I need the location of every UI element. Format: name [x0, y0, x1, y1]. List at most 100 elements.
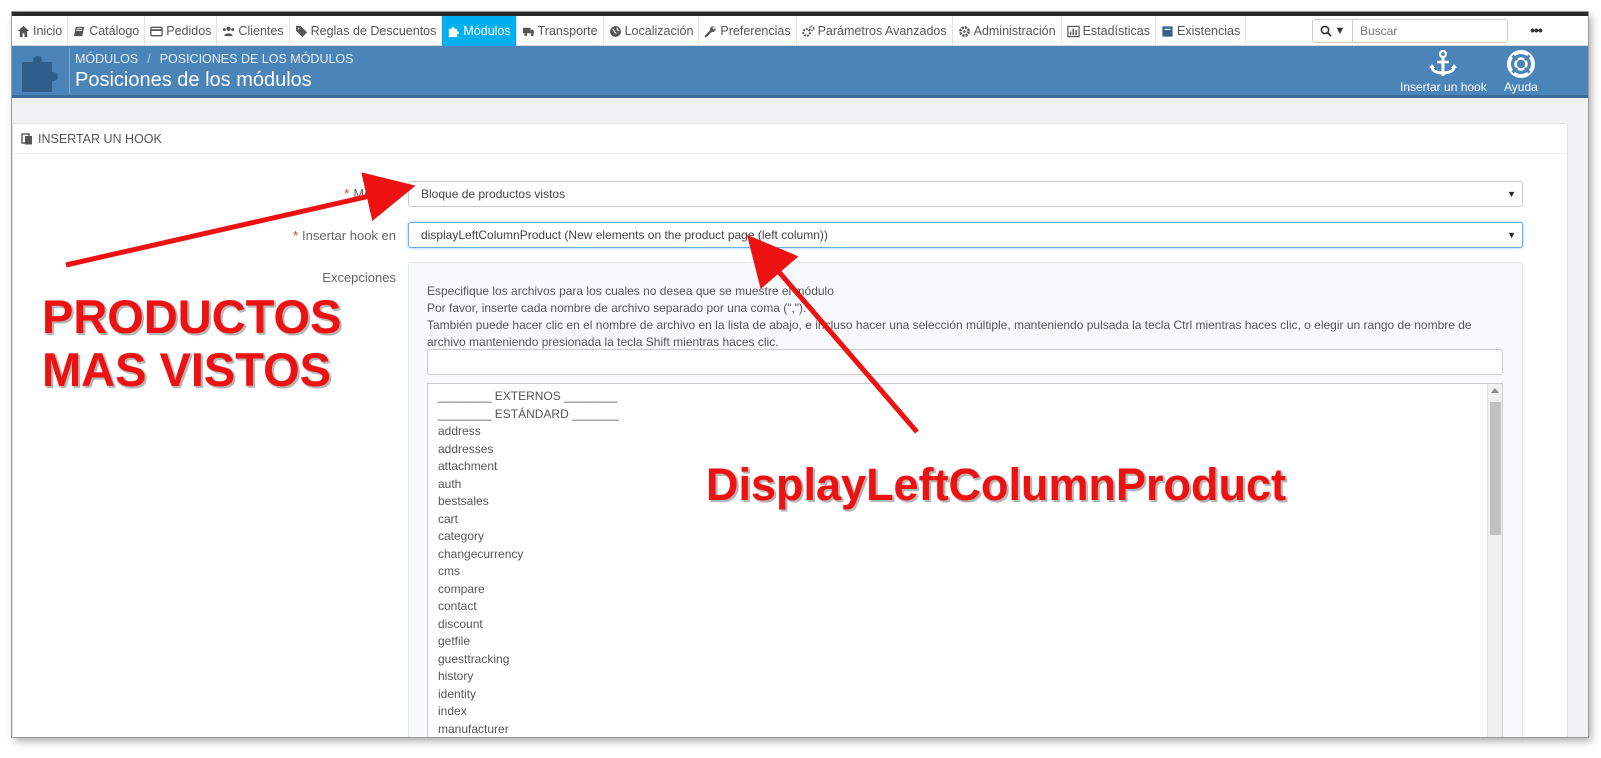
nav-label: Inicio — [33, 24, 63, 38]
annotation-displayleftcolumnproduct: DisplayLeftColumnProduct — [706, 459, 1287, 510]
file-list-item[interactable]: guesttracking — [438, 651, 1492, 669]
caret-down-icon: ▼ — [1507, 230, 1516, 240]
file-list-item[interactable]: cart — [438, 511, 1492, 529]
nav-item-estadisticas[interactable]: Estadísticas — [1062, 16, 1156, 46]
annotation-line: MAS VISTOS — [42, 343, 332, 396]
nav-item-pedidos[interactable]: Pedidos — [145, 16, 218, 46]
required-mark: * — [344, 186, 350, 201]
file-list-item[interactable]: ________ EXTERNOS ________ — [438, 388, 1492, 406]
caret-down-icon: ▼ — [1334, 25, 1346, 37]
panel-heading: INSERTAR UN HOOK — [13, 124, 1567, 154]
globe-icon — [609, 25, 621, 37]
book-icon — [74, 26, 85, 36]
module-label: * Módulo — [233, 186, 396, 201]
nav-item-modulos[interactable]: Módulos — [442, 16, 517, 46]
page-title: Posiciones de los módulos — [75, 69, 312, 91]
nav-label: Administración — [973, 24, 1056, 38]
header-divider — [69, 48, 70, 94]
nav-label: Transporte — [537, 24, 598, 38]
breadcrumb-item-modulos[interactable]: MÓDULOS — [75, 52, 138, 66]
bar-chart-icon — [1066, 25, 1080, 37]
more-menu-button[interactable]: ••• — [1522, 19, 1550, 43]
search-type-button[interactable]: ▼ — [1313, 20, 1353, 42]
nav-label: Existencias — [1176, 24, 1241, 38]
file-list-item[interactable]: cms — [438, 563, 1492, 581]
nav-item-existencias[interactable]: Existencias — [1156, 16, 1247, 46]
nav-item-catalogo[interactable]: Catálogo — [68, 16, 146, 46]
nav-item-parametros-avanzados[interactable]: Parámetros Avanzados — [797, 16, 953, 46]
archive-icon — [1162, 25, 1173, 37]
file-list-item[interactable]: changecurrency — [438, 546, 1492, 564]
breadcrumb-separator: / — [147, 52, 151, 66]
puzzle-icon — [449, 26, 460, 37]
nav-item-transporte[interactable]: Transporte — [517, 16, 604, 46]
file-list-item[interactable]: address — [438, 423, 1492, 441]
file-list-item[interactable]: contact — [438, 598, 1492, 616]
file-list-item[interactable]: index — [438, 703, 1492, 721]
insert-hook-label: Insertar un hook — [1400, 80, 1487, 94]
exceptions-help: Especifique los archivos para los cuales… — [427, 283, 1502, 351]
wrench-icon — [705, 25, 717, 37]
credit-card-icon — [150, 26, 163, 36]
nav-item-clientes[interactable]: Clientes — [217, 16, 290, 46]
file-list-item[interactable]: discount — [438, 616, 1492, 634]
annotation-line: PRODUCTOS — [42, 290, 342, 343]
nav-item-inicio[interactable]: Inicio — [12, 16, 69, 46]
home-icon — [17, 25, 30, 37]
hook-select[interactable]: displayLeftColumnProduct (New elements o… — [408, 222, 1523, 248]
nav-label: Localización — [624, 24, 694, 38]
tags-icon — [295, 25, 307, 37]
anchor-icon — [1429, 49, 1458, 76]
help-line: También puede hacer clic en el nombre de… — [427, 318, 1472, 349]
cogs-icon — [801, 24, 815, 37]
puzzle-icon — [22, 56, 58, 92]
nav-item-administracion[interactable]: Administración — [953, 16, 1062, 46]
help-button[interactable]: Ayuda — [1504, 49, 1538, 94]
search-group: ▼ — [1312, 19, 1508, 43]
scroll-up-icon[interactable] — [1491, 388, 1499, 393]
exceptions-file-list[interactable]: ________ EXTERNOS ________ ________ ESTÁN… — [427, 383, 1503, 737]
page-header: MÓDULOS / POSICIONES DE LOS MÓDULOS Posi… — [12, 46, 1588, 98]
cog-icon — [958, 25, 970, 37]
clipboard-icon — [21, 132, 32, 144]
file-list-item[interactable]: identity — [438, 686, 1492, 704]
file-list-item[interactable]: ________ ESTÁNDARD _______ — [438, 406, 1492, 424]
file-list: ________ EXTERNOS ________ ________ ESTÁN… — [428, 384, 1502, 737]
nav-item-localizacion[interactable]: Localización — [604, 16, 700, 46]
help-line: Por favor, inserte cada nombre de archiv… — [427, 301, 807, 315]
file-list-item[interactable]: addresses — [438, 441, 1492, 459]
file-list-item[interactable]: getfile — [438, 633, 1492, 651]
file-list-item[interactable]: compare — [438, 581, 1492, 599]
nav-item-reglas-descuentos[interactable]: Reglas de Descuentos — [290, 16, 443, 46]
help-line: Especifique los archivos para los cuales… — [427, 284, 834, 298]
file-list-item[interactable]: history — [438, 668, 1492, 686]
window-top-bar — [12, 12, 1588, 16]
top-navigation: Inicio Catálogo Pedidos Clientes Reglas … — [12, 12, 1588, 46]
exceptions-input[interactable] — [427, 349, 1503, 375]
hook-label-text: Insertar hook en — [302, 228, 396, 243]
module-select-value: Bloque de productos vistos — [421, 187, 566, 201]
scroll-thumb[interactable] — [1490, 402, 1501, 535]
search-input[interactable] — [1353, 20, 1507, 42]
nav-label: Pedidos — [166, 24, 212, 38]
caret-down-icon: ▼ — [1507, 189, 1516, 199]
nav-label: Reglas de Descuentos — [310, 24, 437, 38]
insert-hook-button[interactable]: Insertar un hook — [1400, 49, 1487, 94]
file-list-item[interactable]: manufacturer — [438, 721, 1492, 738]
insert-hook-panel: INSERTAR UN HOOK * Módulo Bloque de produ… — [12, 123, 1568, 737]
nav-item-preferencias[interactable]: Preferencias — [699, 16, 797, 46]
module-label-text: Módulo — [353, 186, 396, 201]
module-select[interactable]: Bloque de productos vistos ▼ — [408, 181, 1523, 207]
hook-label: * Insertar hook en — [233, 228, 396, 243]
required-mark: * — [292, 228, 299, 243]
help-label: Ayuda — [1504, 80, 1538, 94]
file-list-item[interactable]: category — [438, 528, 1492, 546]
nav-label: Clientes — [238, 24, 284, 38]
users-icon — [223, 26, 235, 36]
nav-label: Catálogo — [89, 24, 140, 38]
annotation-productos-mas-vistos: PRODUCTOS MAS VISTOS — [42, 290, 341, 396]
nav-label: Módulos — [463, 24, 511, 38]
breadcrumb-item-posiciones[interactable]: POSICIONES DE LOS MÓDULOS — [160, 52, 354, 66]
list-scrollbar[interactable] — [1487, 384, 1502, 737]
breadcrumb: MÓDULOS / POSICIONES DE LOS MÓDULOS — [75, 52, 353, 66]
